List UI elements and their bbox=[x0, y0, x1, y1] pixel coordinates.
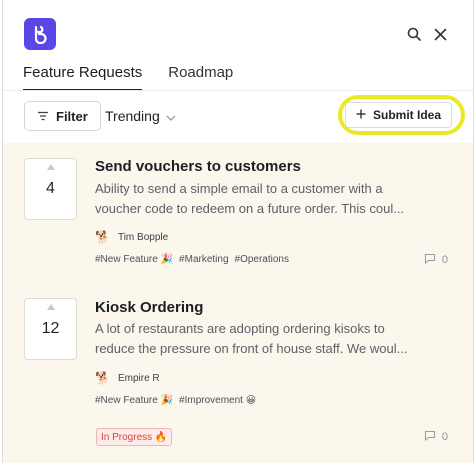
post-author: 🐕 Empire R bbox=[95, 371, 160, 385]
status-badge: In Progress 🔥 bbox=[96, 428, 173, 446]
sort-dropdown[interactable]: Trending bbox=[105, 108, 176, 124]
author-avatar-icon: 🐕 bbox=[95, 230, 110, 244]
tag[interactable]: #New Feature 🎉 bbox=[95, 395, 173, 406]
submit-idea-label: Submit Idea bbox=[372, 108, 441, 122]
filter-icon bbox=[37, 109, 49, 124]
tag[interactable]: #New Feature 🎉 bbox=[95, 254, 173, 265]
close-icon[interactable] bbox=[432, 26, 448, 42]
post-description-line: reduce the pressure on front of house st… bbox=[95, 341, 408, 356]
post-author: 🐕 Tim Bopple bbox=[95, 230, 168, 244]
tag-list: #New Feature 🎉 #Improvement 😀 bbox=[95, 395, 256, 406]
post-description: Ability to send a simple email to a cust… bbox=[95, 179, 435, 219]
author-avatar-icon: 🐕 bbox=[95, 371, 110, 385]
feedback-widget: Feature Requests Roadmap Filter Trending… bbox=[2, 0, 474, 463]
tab-roadmap[interactable]: Roadmap bbox=[168, 64, 233, 91]
tag[interactable]: #Improvement 😀 bbox=[179, 395, 256, 406]
post-title[interactable]: Kiosk Ordering bbox=[95, 299, 203, 316]
comment-icon bbox=[424, 253, 436, 267]
author-name: Empire R bbox=[117, 372, 160, 384]
post-description-line: A lot of restaurants are adopting orderi… bbox=[95, 321, 385, 336]
comment-icon bbox=[424, 430, 436, 444]
filter-label: Filter bbox=[56, 108, 88, 124]
tag-list: #New Feature 🎉 #Marketing #Operations bbox=[95, 254, 289, 265]
tag[interactable]: #Operations bbox=[235, 254, 289, 265]
submit-idea-button[interactable]: Submit Idea bbox=[345, 102, 452, 128]
post-title[interactable]: Send vouchers to customers bbox=[95, 158, 301, 175]
comment-count[interactable]: 0 bbox=[424, 253, 448, 267]
upvote-button[interactable]: 4 bbox=[24, 158, 77, 220]
vote-count: 4 bbox=[46, 180, 55, 197]
post-list: 4 Send vouchers to customers Ability to … bbox=[3, 143, 473, 463]
comment-count[interactable]: 0 bbox=[424, 430, 448, 444]
comment-count-value: 0 bbox=[441, 254, 448, 266]
tab-feature-requests[interactable]: Feature Requests bbox=[23, 64, 143, 91]
chevron-down-icon bbox=[166, 108, 176, 124]
vote-count: 12 bbox=[41, 320, 60, 337]
upvote-arrow-icon bbox=[47, 304, 55, 310]
upvote-arrow-icon bbox=[47, 164, 55, 170]
widget-header: Feature Requests Roadmap bbox=[3, 0, 473, 91]
sort-label: Trending bbox=[105, 108, 160, 124]
tag[interactable]: #Marketing bbox=[179, 254, 228, 265]
filter-button[interactable]: Filter bbox=[24, 101, 101, 131]
chat-bubble-logo-icon bbox=[24, 18, 56, 50]
upvote-button[interactable]: 12 bbox=[24, 298, 77, 360]
author-name: Tim Bopple bbox=[117, 231, 169, 243]
toolbar: Filter Trending Submit Idea bbox=[3, 91, 473, 143]
comment-count-value: 0 bbox=[441, 431, 448, 443]
tab-bar: Feature Requests Roadmap bbox=[23, 64, 233, 91]
post-description: A lot of restaurants are adopting orderi… bbox=[95, 319, 435, 359]
plus-icon bbox=[356, 108, 366, 122]
search-icon[interactable] bbox=[406, 26, 422, 42]
post-description-line: voucher code to redeem on a future order… bbox=[95, 201, 405, 216]
post-description-line: Ability to send a simple email to a cust… bbox=[95, 181, 383, 196]
